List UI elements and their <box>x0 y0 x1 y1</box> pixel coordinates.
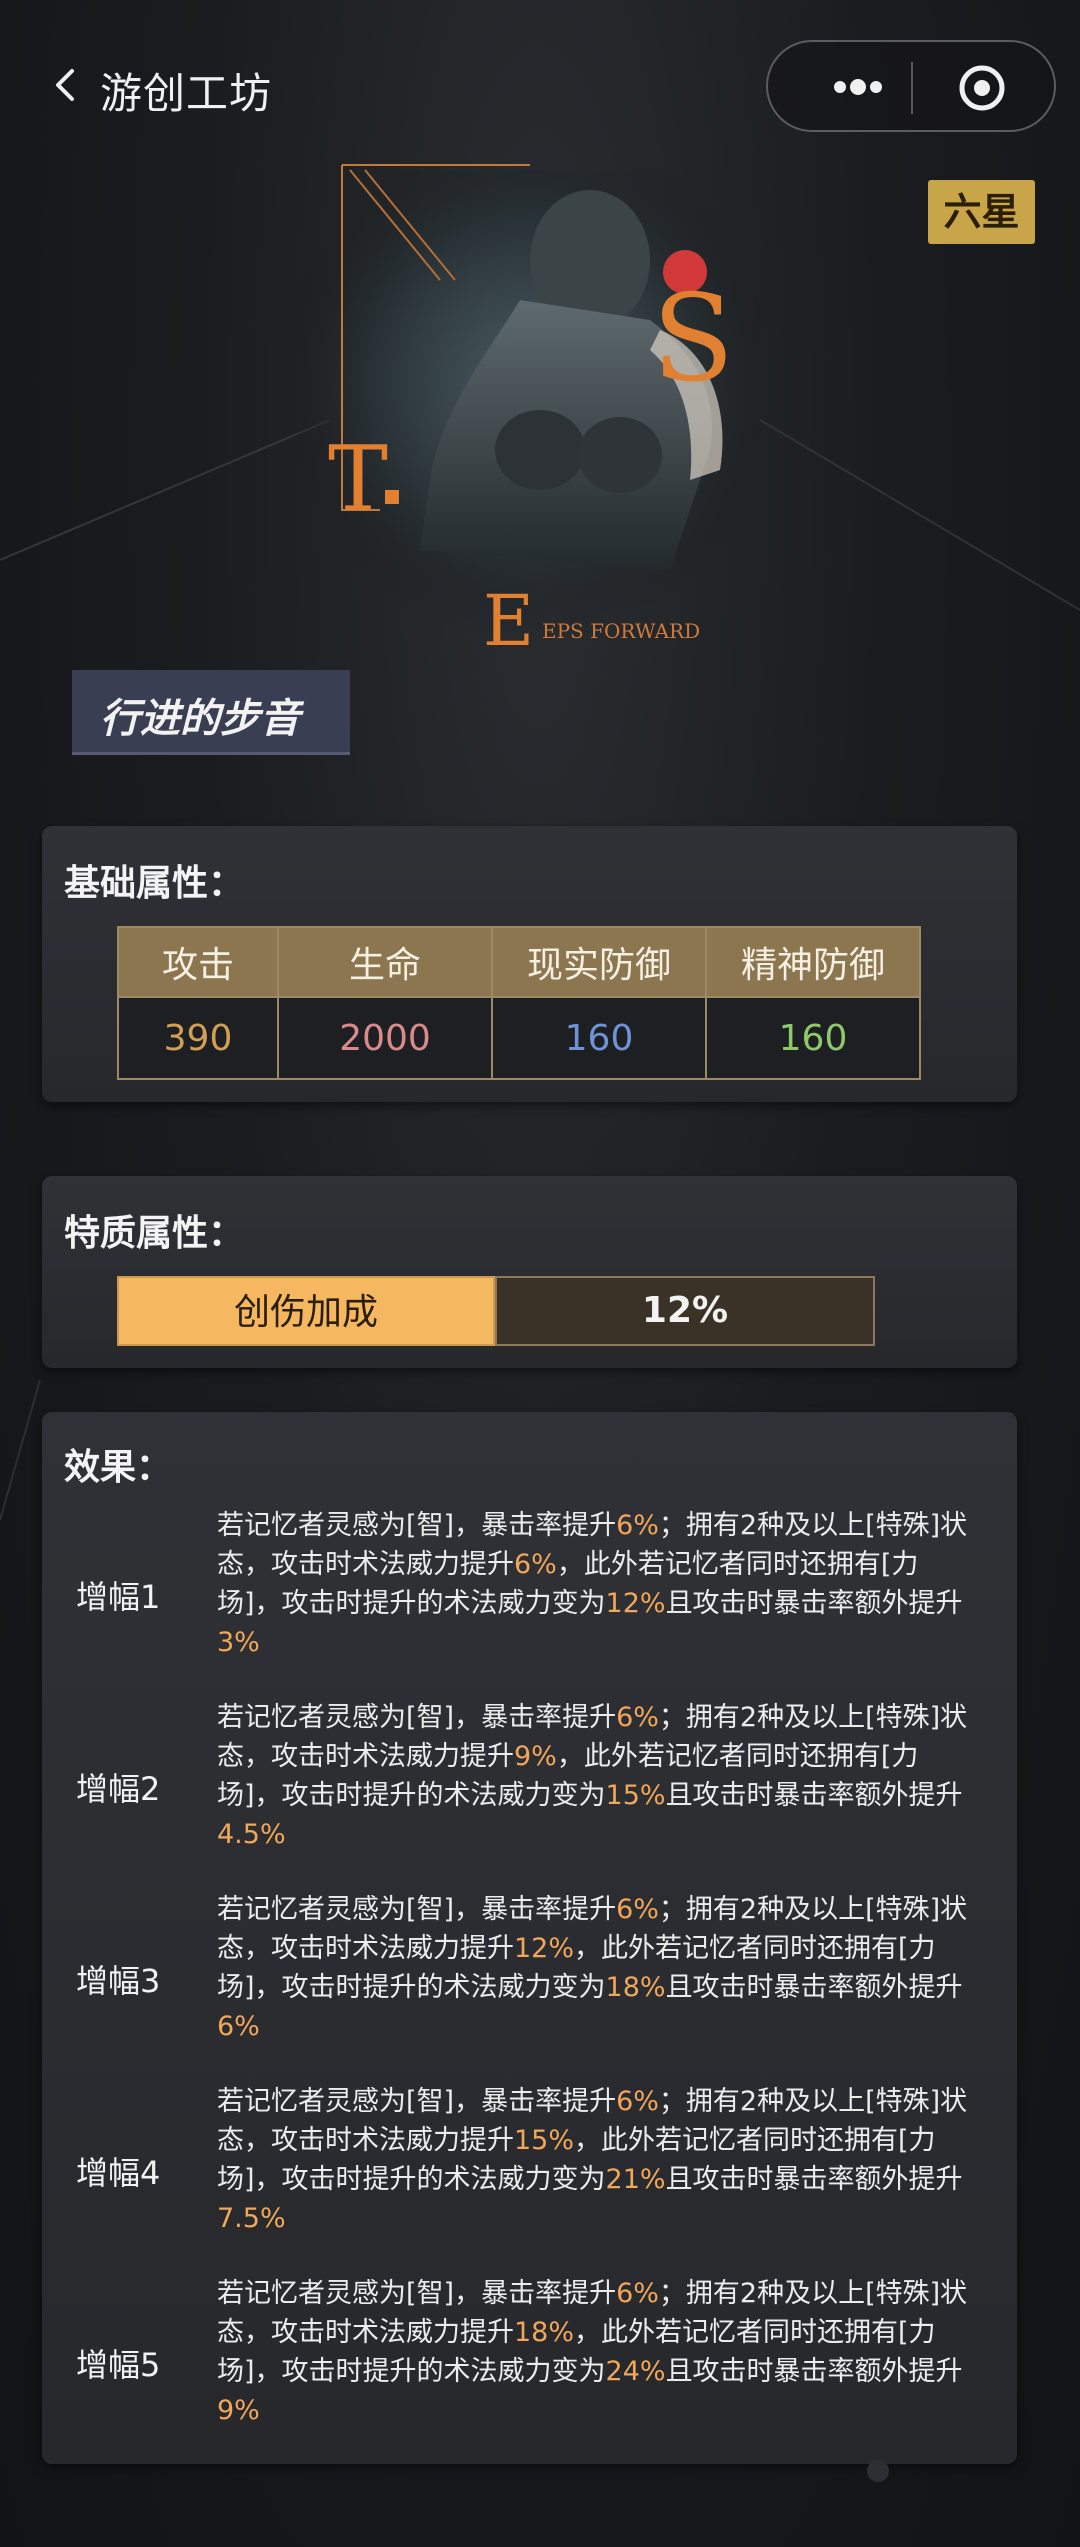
attr-header-attack: 攻击 <box>117 926 279 998</box>
mini-program-capsule <box>766 40 1056 132</box>
page-title: 游创工坊 <box>100 69 273 118</box>
effects-title: 效果： <box>64 1447 173 1488</box>
attr-value-real-def: 160 <box>491 996 707 1080</box>
effects-panel: 效果： 增幅1 若记忆者灵感为[智]，暴击率提升6%；拥有2种及以上[特殊]状态… <box>42 1412 1017 2464</box>
trait-name: 创伤加成 <box>117 1276 495 1346</box>
more-options-icon[interactable] <box>808 72 908 102</box>
attr-header-mental-def: 精神防御 <box>705 926 921 998</box>
effect-label: 增幅2 <box>76 1770 161 1808</box>
attr-value-hp: 2000 <box>277 996 493 1080</box>
svg-text:E: E <box>483 580 534 660</box>
effect-label: 增幅1 <box>76 1578 161 1616</box>
close-target-icon[interactable] <box>958 64 1006 112</box>
base-attributes-table: 攻击 生命 现实防御 精神防御 390 2000 160 160 <box>117 926 921 1080</box>
attr-header-real-def: 现实防御 <box>491 926 707 998</box>
capsule-divider <box>911 62 913 114</box>
effect-description: 若记忆者灵感为[智]，暴击率提升6%；拥有2种及以上[特殊]状态，攻击时术法威力… <box>217 1510 968 1658</box>
attr-header-hp: 生命 <box>277 926 493 998</box>
effect-label: 增幅4 <box>76 2154 161 2192</box>
navigation-bar: 游创工坊 <box>0 40 1080 132</box>
card-artwork: S T E EPS FORWARD <box>300 164 760 660</box>
artwork-caption: EPS FORWARD <box>542 619 700 643</box>
effect-description: 若记忆者灵感为[智]，暴击率提升6%；拥有2种及以上[特殊]状态，攻击时术法威力… <box>217 2278 968 2426</box>
effect-description: 若记忆者灵感为[智]，暴击率提升6%；拥有2种及以上[特殊]状态，攻击时术法威力… <box>217 2086 968 2234</box>
effect-description: 若记忆者灵感为[智]，暴击率提升6%；拥有2种及以上[特殊]状态，攻击时术法威力… <box>217 1702 968 1850</box>
attr-value-mental-def: 160 <box>705 996 921 1080</box>
base-attributes-panel: 基础属性： 攻击 生命 现实防御 精神防御 390 2000 160 160 <box>42 826 1017 1102</box>
attr-value-attack: 390 <box>117 996 279 1080</box>
svg-text:S: S <box>652 270 734 409</box>
card-name: 行进的步音 <box>100 696 300 742</box>
base-attributes-title: 基础属性： <box>64 863 245 904</box>
trait-value: 12% <box>495 1276 875 1346</box>
effect-label: 增幅3 <box>76 1962 161 2000</box>
trait-attributes-panel: 特质属性： 创伤加成 12% <box>42 1176 1017 1368</box>
trait-attributes-title: 特质属性： <box>64 1213 245 1254</box>
rarity-badge: 六星 <box>928 180 1035 244</box>
scroll-indicator <box>867 2460 889 2482</box>
effect-description: 若记忆者灵感为[智]，暴击率提升6%；拥有2种及以上[特殊]状态，攻击时术法威力… <box>217 1894 968 2042</box>
effect-label: 增幅5 <box>76 2346 161 2384</box>
back-arrow-icon[interactable] <box>52 68 78 102</box>
svg-text:T: T <box>328 427 388 532</box>
card-name-tag: 行进的步音 <box>72 670 350 755</box>
